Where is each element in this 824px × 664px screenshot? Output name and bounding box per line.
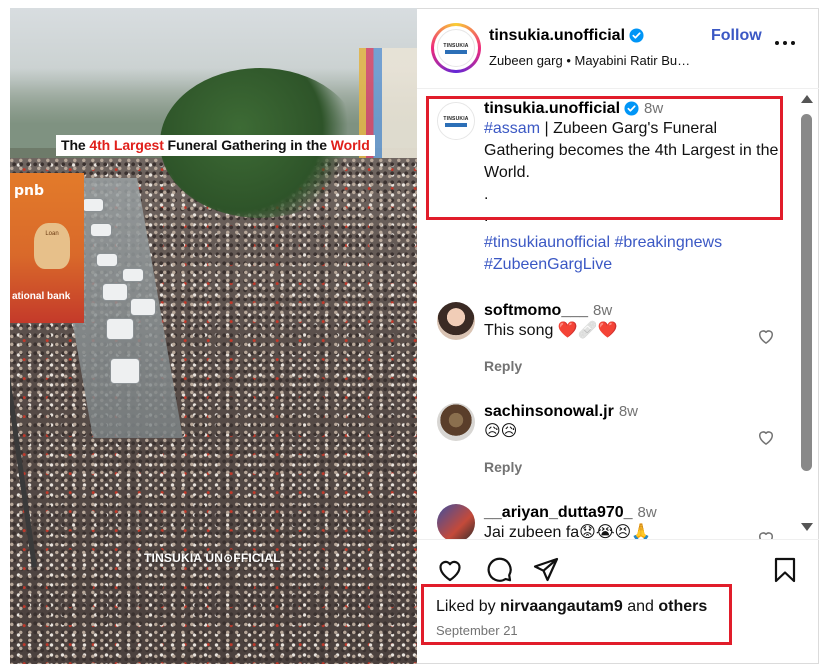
caption-text: #assam | Zubeen Garg's Funeral Gathering…: [484, 118, 784, 184]
logo-icon: TINSUKIA: [438, 103, 474, 139]
comment-username[interactable]: sachinsonowal.jr: [484, 403, 614, 420]
likes-others-link[interactable]: others: [658, 598, 707, 615]
logo-bar: [445, 122, 467, 127]
reply-button[interactable]: Reply: [484, 358, 522, 374]
reply-button[interactable]: Reply: [484, 459, 522, 475]
car: [110, 358, 140, 384]
comment-icon[interactable]: [485, 556, 513, 584]
likes-and: and: [622, 598, 659, 615]
billboard-loan-graphic: Loan: [34, 223, 70, 269]
comments-area[interactable]: TINSUKIA tinsukia.unofficial 8w #assam | …: [417, 90, 819, 539]
share-icon[interactable]: [532, 556, 560, 584]
hashtag-link[interactable]: #assam: [484, 120, 540, 137]
car: [106, 318, 134, 340]
comment-username[interactable]: __ariyan_dutta970_: [484, 504, 633, 521]
billboard: pnb Loan ational bank: [10, 173, 84, 323]
heart-icon[interactable]: [436, 556, 464, 584]
heart-icon[interactable]: [756, 528, 776, 539]
audio-subtitle[interactable]: Zubeen garg • Mayabini Ratir Bu…: [489, 53, 690, 68]
logo-text: TINSUKIA: [443, 42, 469, 49]
comment-time: 8w: [593, 302, 613, 319]
car: [82, 198, 104, 212]
commenter-avatar[interactable]: [437, 403, 475, 441]
caption-time: 8w: [644, 100, 664, 117]
scroll-down-arrow-icon[interactable]: [801, 523, 813, 531]
car: [130, 298, 156, 316]
verified-badge-icon: [629, 28, 644, 43]
commenter-avatar[interactable]: [437, 302, 475, 340]
logo-bar: [445, 49, 467, 54]
heart-icon[interactable]: [756, 427, 776, 447]
post-panel: TINSUKIA tinsukia.unofficial Follow Zube…: [417, 8, 819, 664]
headline-middle: Funeral Gathering in the: [163, 137, 331, 153]
logo-icon: TINSUKIA: [437, 29, 475, 67]
post-date[interactable]: September 21: [436, 623, 518, 638]
caption-header: tinsukia.unofficial 8w: [484, 100, 784, 118]
likes-summary: Liked by nirvaangautam9 and others: [436, 598, 707, 616]
video-headline: The 4th Largest Funeral Gathering in the…: [56, 135, 375, 156]
commenter-avatar[interactable]: [437, 504, 475, 539]
caption-dot: .: [484, 208, 489, 225]
headline-highlight: 4th Largest: [89, 137, 164, 153]
scroll-thumb[interactable]: [801, 114, 812, 471]
header-username[interactable]: tinsukia.unofficial: [489, 27, 644, 45]
more-horizontal-icon[interactable]: [773, 33, 797, 53]
caption-dot: .: [484, 186, 489, 203]
caption-hashtags: #tinsukiaunofficial #breakingnews #Zubee…: [484, 232, 784, 276]
post-header: TINSUKIA tinsukia.unofficial Follow Zube…: [417, 9, 819, 89]
headline-highlight-world: World: [330, 137, 370, 153]
avatar-inner: TINSUKIA: [434, 26, 478, 70]
header-username-text[interactable]: tinsukia.unofficial: [489, 27, 625, 44]
likes-prefix: Liked by: [436, 598, 501, 615]
hashtag-link[interactable]: #ZubeenGargLive: [484, 254, 784, 276]
comment-text: This song ❤️🩹❤️: [484, 322, 618, 339]
hashtag-links[interactable]: #tinsukiaunofficial #breakingnews: [484, 232, 784, 254]
billboard-brand: pnb: [14, 183, 45, 199]
comment: softmomo___ 8w This song ❤️🩹❤️: [484, 302, 774, 342]
comment: __ariyan_dutta970_ 8w Jai zubeen fa😟😭😣🙏: [484, 504, 774, 539]
car: [102, 283, 128, 301]
comment-time: 8w: [637, 504, 657, 521]
action-bar: [417, 539, 819, 587]
verified-badge-icon: [624, 101, 639, 116]
logo-text: TINSUKIA: [443, 115, 469, 122]
comment-text: 😥😥: [484, 423, 518, 440]
post-media[interactable]: pnb Loan ational bank The 4th Largest Fu…: [10, 8, 417, 664]
car: [122, 268, 144, 282]
caption: tinsukia.unofficial 8w #assam | Zubeen Ga…: [484, 100, 784, 228]
caption-username[interactable]: tinsukia.unofficial: [484, 100, 620, 117]
follow-button[interactable]: Follow: [711, 27, 762, 45]
bookmark-icon[interactable]: [771, 556, 799, 584]
header-avatar[interactable]: TINSUKIA: [431, 23, 481, 73]
liker-username[interactable]: nirvaangautam9: [500, 598, 623, 615]
billboard-bank: ational bank: [12, 291, 71, 302]
heart-icon[interactable]: [756, 326, 776, 346]
headline-prefix: The: [61, 137, 90, 153]
scroll-up-arrow-icon[interactable]: [801, 95, 813, 103]
car: [90, 223, 112, 237]
car: [96, 253, 118, 267]
comment-time: 8w: [618, 403, 638, 420]
scrollbar[interactable]: [798, 90, 815, 539]
caption-avatar[interactable]: TINSUKIA: [437, 102, 475, 140]
comment-username[interactable]: softmomo___: [484, 302, 588, 319]
watermark: TINSUKIA UN⊙FFICIAL: [144, 551, 281, 565]
comment: sachinsonowal.jr 8w 😥😥: [484, 403, 774, 443]
comment-text: Jai zubeen fa😟😭😣🙏: [484, 524, 652, 539]
